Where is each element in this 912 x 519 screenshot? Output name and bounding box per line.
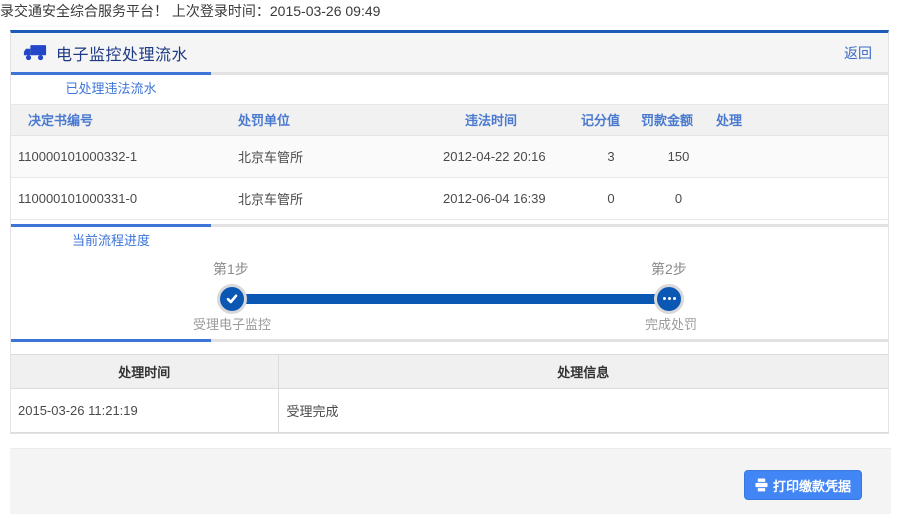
col-header-action: 处理 [716, 105, 888, 136]
cell-fine: 150 [641, 135, 716, 178]
process-header-row: 处理时间 处理信息 [11, 353, 888, 389]
print-button-label: 打印缴款凭据 [772, 478, 851, 494]
table-row: 110000101000331-0 北京车管所 2012-06-04 16:39… [11, 177, 888, 220]
col-header-unit: 处罚单位 [231, 105, 436, 136]
cell-decision-no: 110000101000331-0 [11, 177, 231, 220]
cell-process-info: 受理完成 [277, 387, 888, 433]
panel-header: 电子监控处理流水 返回 [11, 33, 888, 72]
tab-processed-violations[interactable]: 已处理违法流水 [11, 75, 211, 102]
tabbar-progress: 当前流程进度 [11, 223, 888, 256]
printer-icon [755, 478, 768, 492]
col-header-points: 记分值 [581, 105, 641, 136]
step2-circle [654, 283, 684, 314]
cell-process-time: 2015-03-26 11:21:19 [11, 387, 279, 433]
progress-line [232, 293, 669, 304]
truck-icon [23, 44, 47, 61]
table-row: 110000101000332-1 北京车管所 2012-04-22 20:16… [11, 135, 888, 178]
step1-label: 第1步 [213, 260, 249, 277]
cell-points: 0 [581, 177, 641, 220]
tab-active-underline [11, 338, 211, 342]
progress-flow: 第1步 第2步 受理电子监控 完成处罚 [11, 255, 888, 339]
step1-circle [217, 283, 247, 314]
cell-time: 2012-04-22 20:16 [436, 135, 581, 178]
col-header-decision-no: 决定书编号 [11, 105, 231, 136]
col-header-process-time: 处理时间 [11, 353, 279, 389]
cell-points: 3 [581, 135, 641, 178]
violations-table: 决定书编号 处罚单位 违法时间 记分值 罚款金额 处理 110000101000… [11, 105, 888, 220]
check-icon [225, 292, 239, 306]
tabbar-bottom [11, 338, 888, 342]
page: 录交通安全综合服务平台！ 上次登录时间：2015-03-26 09:49 电子监… [0, 0, 912, 519]
step2-label: 第2步 [651, 260, 687, 277]
welcome-bar: 录交通安全综合服务平台！ 上次登录时间：2015-03-26 09:49 [0, 3, 381, 19]
cell-decision-no: 110000101000332-1 [11, 135, 231, 178]
ellipsis-icon [662, 297, 676, 300]
tab-current-progress[interactable]: 当前流程进度 [11, 227, 211, 254]
step2-name: 完成处罚 [645, 316, 698, 332]
monitor-flow-panel: 电子监控处理流水 返回 已处理违法流水 决定书编号 处罚单位 违法时间 记分值 … [10, 30, 889, 434]
table-row: 2015-03-26 11:21:19 受理完成 [11, 387, 888, 433]
col-header-process-info: 处理信息 [277, 353, 888, 389]
cell-action [716, 177, 888, 220]
panel-title-wrap: 电子监控处理流水 [23, 41, 188, 65]
cell-unit: 北京车管所 [231, 177, 436, 220]
cell-time: 2012-06-04 16:39 [436, 177, 581, 220]
cell-action [716, 135, 888, 178]
footer-band: 打印缴款凭据 [10, 448, 891, 514]
page-title: 电子监控处理流水 [56, 46, 189, 64]
step1-name: 受理电子监控 [193, 316, 272, 332]
cell-unit: 北京车管所 [231, 135, 436, 178]
process-table: 处理时间 处理信息 2015-03-26 11:21:19 受理完成 [11, 353, 888, 433]
tabbar-processed: 已处理违法流水 [11, 72, 888, 105]
print-payment-receipt-button[interactable]: 打印缴款凭据 [744, 470, 862, 500]
violations-header-row: 决定书编号 处罚单位 违法时间 记分值 罚款金额 处理 [11, 105, 888, 136]
col-header-fine: 罚款金额 [641, 105, 716, 136]
back-button[interactable]: 返回 [844, 43, 872, 63]
cell-fine: 0 [641, 177, 716, 220]
col-header-time: 违法时间 [436, 105, 581, 136]
